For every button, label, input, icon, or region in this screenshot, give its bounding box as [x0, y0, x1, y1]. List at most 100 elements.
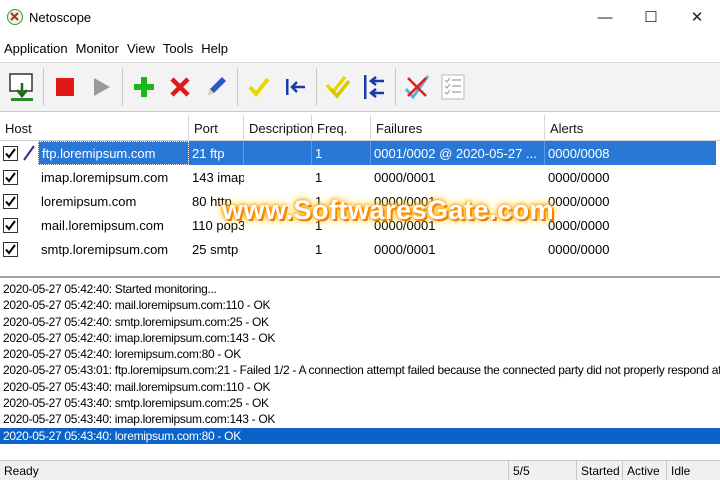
cell-host: smtp.loremipsum.com — [41, 241, 169, 257]
status-count: 5/5 — [508, 460, 576, 480]
toolbar-separator — [316, 68, 317, 106]
column-alerts[interactable]: Alerts — [545, 115, 720, 141]
table-row[interactable]: mail.loremipsum.com 110 pop3 1 0000/0001… — [0, 213, 720, 237]
column-failures[interactable]: Failures — [371, 115, 545, 141]
log-line-selected[interactable]: 2020-05-27 05:43:40: loremipsum.com:80 -… — [0, 427, 720, 444]
checkmark-icon — [5, 171, 16, 183]
delete-icon — [170, 77, 190, 97]
column-host[interactable]: Host — [0, 115, 189, 141]
cell-alerts: 0000/0000 — [548, 217, 610, 233]
log-line[interactable]: 2020-05-27 05:42:40: imap.loremipsum.com… — [0, 330, 720, 346]
start-button[interactable] — [83, 67, 119, 107]
checkmark-icon — [5, 219, 16, 231]
status-monitor: Started — [576, 460, 622, 480]
cell-alerts: 0000/0000 — [548, 193, 610, 209]
toolbar-separator — [122, 68, 123, 106]
cell-description — [244, 189, 312, 213]
cell-alerts: 0000/0008 — [545, 141, 716, 165]
cell-failures: 0001/0002 @ 2020-05-27 ... — [371, 141, 545, 165]
table-row[interactable]: loremipsum.com 80 http 1 0000/0001 0000/… — [0, 189, 720, 213]
add-host-button[interactable] — [126, 67, 162, 107]
stop-icon — [56, 78, 74, 96]
add-icon — [134, 77, 154, 97]
cell-alerts: 0000/0000 — [548, 241, 610, 257]
log-line[interactable]: 2020-05-27 05:43:40: smtp.loremipsum.com… — [0, 395, 720, 411]
row-checkbox[interactable] — [3, 145, 18, 161]
title-bar: Netoscope — ☐ ✕ — [0, 0, 720, 34]
status-state: Ready — [4, 463, 39, 478]
cell-port: 143 imap — [192, 169, 244, 185]
cell-alerts: 0000/0000 — [548, 169, 610, 185]
log-line[interactable]: 2020-05-27 05:43:01: ftp.loremipsum.com:… — [0, 362, 720, 378]
cell-failures: 0000/0001 — [374, 217, 436, 233]
list-icon — [441, 74, 465, 100]
edit-host-button[interactable] — [198, 67, 234, 107]
menu-monitor[interactable]: Monitor — [72, 41, 123, 56]
menu-bar: Application Monitor View Tools Help — [0, 37, 720, 59]
cell-host: loremipsum.com — [41, 193, 137, 209]
log-line[interactable]: 2020-05-27 05:43:40: imap.loremipsum.com… — [0, 411, 720, 427]
pencil-icon — [23, 145, 35, 161]
column-freq[interactable]: Freq. — [312, 115, 371, 141]
move-all-left-button[interactable] — [356, 67, 392, 107]
row-checkbox[interactable] — [3, 241, 18, 257]
list-button[interactable] — [435, 67, 471, 107]
cell-port: 21 ftp — [189, 141, 244, 165]
cell-host: ftp.loremipsum.com — [38, 141, 189, 165]
cell-port: 25 smtp — [192, 241, 239, 257]
delete-host-button[interactable] — [162, 67, 198, 107]
close-button[interactable]: ✕ — [674, 0, 720, 34]
status-idle: Idle — [666, 460, 720, 480]
cell-freq: 1 — [315, 169, 323, 185]
menu-tools[interactable]: Tools — [159, 41, 197, 56]
toolbar-separator — [43, 68, 44, 106]
cell-description — [244, 237, 312, 261]
cell-failures: 0000/0001 — [374, 193, 436, 209]
cell-freq: 1 — [315, 217, 323, 233]
check-all-button[interactable] — [320, 67, 356, 107]
log-line[interactable]: 2020-05-27 05:42:40: mail.loremipsum.com… — [0, 297, 720, 313]
play-icon — [94, 78, 110, 96]
toolbar — [0, 62, 720, 112]
grid-header: Host Port Description Freq. Failures Ale… — [0, 115, 720, 141]
table-row[interactable]: ftp.loremipsum.com 21 ftp 1 0001/0002 @ … — [0, 141, 720, 165]
cell-description — [244, 165, 312, 189]
column-port[interactable]: Port — [189, 115, 244, 141]
table-row[interactable]: smtp.loremipsum.com 25 smtp 1 0000/0001 … — [0, 237, 720, 261]
move-left-icon — [286, 79, 305, 95]
log-panel[interactable]: 2020-05-27 05:42:40: Started monitoring.… — [0, 281, 720, 459]
cell-freq: 1 — [312, 141, 371, 165]
log-line[interactable]: 2020-05-27 05:42:40: Started monitoring.… — [0, 281, 720, 297]
menu-view[interactable]: View — [123, 41, 159, 56]
log-line[interactable]: 2020-05-27 05:43:40: mail.loremipsum.com… — [0, 379, 720, 395]
maximize-button[interactable]: ☐ — [628, 0, 674, 34]
menu-application[interactable]: Application — [0, 41, 72, 56]
clear-alerts-icon — [404, 75, 430, 100]
column-description[interactable]: Description — [244, 115, 314, 141]
monitor-download-icon — [9, 73, 33, 101]
log-line[interactable]: 2020-05-27 05:42:40: smtp.loremipsum.com… — [0, 314, 720, 330]
cell-port: 110 pop3 — [192, 217, 244, 233]
cell-port: 80 http — [192, 193, 232, 209]
minimize-button[interactable]: — — [582, 0, 628, 34]
menu-help[interactable]: Help — [197, 41, 232, 56]
row-checkbox[interactable] — [3, 193, 18, 209]
monitor-download-button[interactable] — [4, 67, 40, 107]
move-left-button[interactable] — [277, 67, 313, 107]
checkmark-icon — [5, 195, 16, 207]
clear-alerts-button[interactable] — [399, 67, 435, 107]
cell-failures: 0000/0001 — [374, 169, 436, 185]
row-checkbox[interactable] — [3, 169, 18, 185]
table-row[interactable]: imap.loremipsum.com 143 imap 1 0000/0001… — [0, 165, 720, 189]
cell-freq: 1 — [315, 241, 323, 257]
app-logo-icon — [7, 9, 23, 25]
cell-host: mail.loremipsum.com — [41, 217, 164, 233]
row-checkbox[interactable] — [3, 217, 18, 233]
stop-button[interactable] — [47, 67, 83, 107]
log-line[interactable]: 2020-05-27 05:42:40: loremipsum.com:80 -… — [0, 346, 720, 362]
edit-icon — [208, 77, 226, 95]
move-all-left-icon — [364, 75, 384, 99]
check-button[interactable] — [241, 67, 277, 107]
check-all-icon — [325, 75, 351, 99]
hosts-grid: Host Port Description Freq. Failures Ale… — [0, 115, 720, 278]
